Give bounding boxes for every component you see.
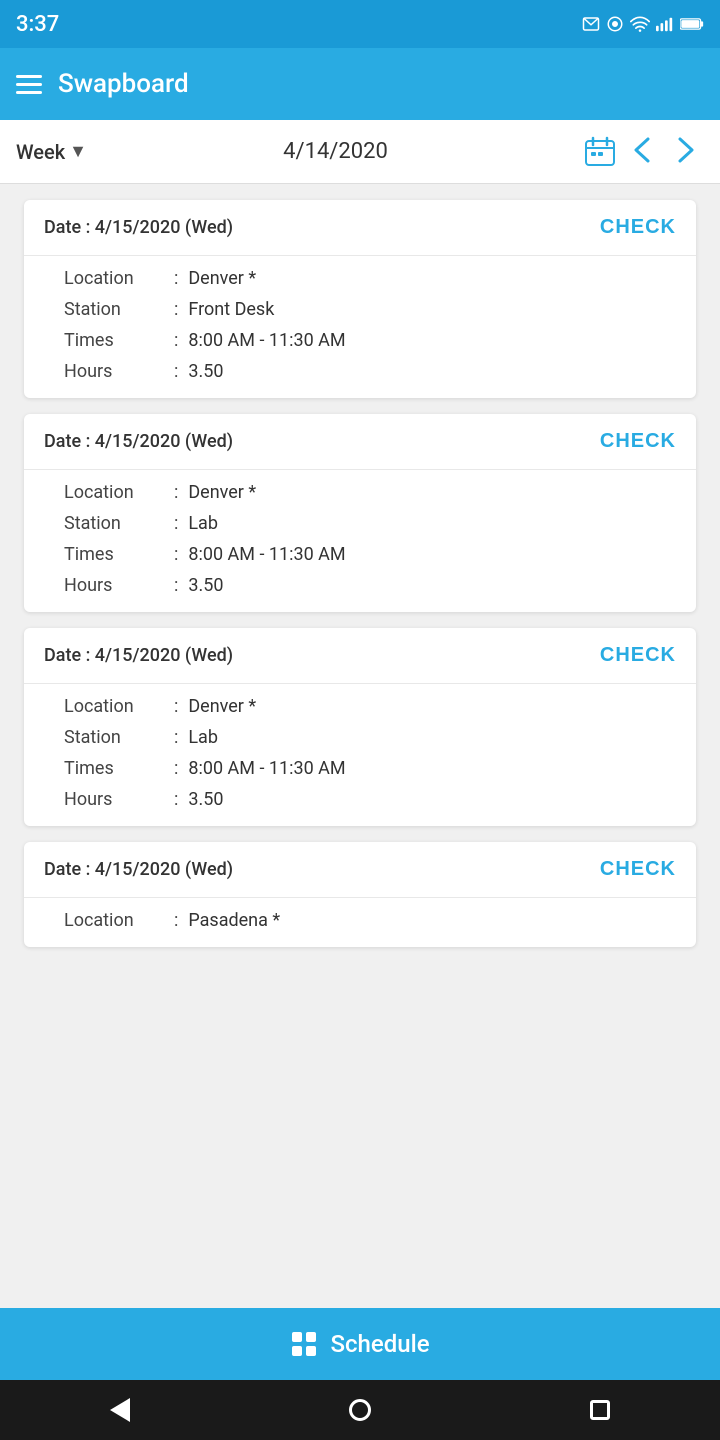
check-button[interactable]: CHECK bbox=[600, 216, 676, 239]
card-date: Date : 4/15/2020 (Wed) bbox=[44, 859, 233, 880]
location-row-sep: : bbox=[174, 268, 178, 289]
card-header: Date : 4/15/2020 (Wed) CHECK bbox=[24, 414, 696, 470]
app-title: Swapboard bbox=[58, 69, 704, 99]
week-nav-bar: Week ▼ 4/14/2020 bbox=[0, 120, 720, 184]
card-date: Date : 4/15/2020 (Wed) bbox=[44, 431, 233, 452]
hours-row-value: 3.50 bbox=[188, 789, 223, 810]
app-bar: Swapboard bbox=[0, 48, 720, 120]
hours-row-label: Hours bbox=[64, 575, 164, 596]
station-row-sep: : bbox=[174, 727, 178, 748]
location-row: Location : Denver * bbox=[64, 696, 656, 717]
wifi-icon bbox=[630, 16, 650, 32]
card-body: Location : Denver * Station : Lab Times : … bbox=[24, 470, 696, 612]
station-row-value: Lab bbox=[188, 727, 218, 748]
date-display: 4/14/2020 bbox=[95, 139, 576, 164]
station-row: Station : Lab bbox=[64, 513, 656, 534]
times-row-label: Times bbox=[64, 330, 164, 351]
shift-card: Date : 4/15/2020 (Wed) CHECK Location : De… bbox=[24, 414, 696, 612]
station-row-label: Station bbox=[64, 727, 164, 748]
battery-icon bbox=[680, 17, 704, 31]
times-row: Times : 8:00 AM - 11:30 AM bbox=[64, 758, 656, 779]
station-row: Station : Lab bbox=[64, 727, 656, 748]
time: 3:37 bbox=[16, 12, 59, 37]
location-row-label: Location bbox=[64, 696, 164, 717]
hours-row-value: 3.50 bbox=[188, 575, 223, 596]
location-row-sep: : bbox=[174, 696, 178, 717]
station-row-label: Station bbox=[64, 299, 164, 320]
week-selector[interactable]: Week ▼ bbox=[16, 140, 87, 164]
signal-icon bbox=[656, 16, 674, 32]
bottom-bar: Schedule bbox=[0, 1308, 720, 1380]
check-button[interactable]: CHECK bbox=[600, 430, 676, 453]
location-row-sep: : bbox=[174, 482, 178, 503]
hours-row-sep: : bbox=[174, 789, 178, 810]
station-row-value: Front Desk bbox=[188, 299, 274, 320]
shift-card: Date : 4/15/2020 (Wed) CHECK Location : Pa… bbox=[24, 842, 696, 947]
hours-row-label: Hours bbox=[64, 361, 164, 382]
shift-card: Date : 4/15/2020 (Wed) CHECK Location : De… bbox=[24, 628, 696, 826]
check-button[interactable]: CHECK bbox=[600, 858, 676, 881]
card-header: Date : 4/15/2020 (Wed) CHECK bbox=[24, 842, 696, 898]
prev-week-button[interactable] bbox=[624, 127, 660, 176]
hours-row-label: Hours bbox=[64, 789, 164, 810]
times-row-value: 8:00 AM - 11:30 AM bbox=[188, 544, 345, 565]
station-row-sep: : bbox=[174, 513, 178, 534]
hamburger-menu[interactable] bbox=[16, 75, 42, 94]
card-header: Date : 4/15/2020 (Wed) CHECK bbox=[24, 628, 696, 684]
times-row-sep: : bbox=[174, 544, 178, 565]
hours-row-value: 3.50 bbox=[188, 361, 223, 382]
status-bar: 3:37 bbox=[0, 0, 720, 48]
location-row-value: Denver * bbox=[188, 268, 256, 289]
calendar-icon[interactable] bbox=[584, 136, 616, 168]
location-row-label: Location bbox=[64, 910, 164, 931]
times-row-sep: : bbox=[174, 758, 178, 779]
times-row: Times : 8:00 AM - 11:30 AM bbox=[64, 544, 656, 565]
card-body: Location : Denver * Station : Front Desk T… bbox=[24, 256, 696, 398]
status-icons bbox=[582, 15, 704, 33]
recents-button[interactable] bbox=[590, 1400, 610, 1420]
times-row-value: 8:00 AM - 11:30 AM bbox=[188, 330, 345, 351]
times-row: Times : 8:00 AM - 11:30 AM bbox=[64, 330, 656, 351]
hours-row-sep: : bbox=[174, 361, 178, 382]
check-button[interactable]: CHECK bbox=[600, 644, 676, 667]
location-row-value: Denver * bbox=[188, 696, 256, 717]
schedule-label: Schedule bbox=[330, 1330, 429, 1358]
week-label: Week bbox=[16, 140, 65, 164]
week-dropdown-icon[interactable]: ▼ bbox=[69, 141, 87, 162]
hours-row: Hours : 3.50 bbox=[64, 575, 656, 596]
times-row-sep: : bbox=[174, 330, 178, 351]
location-row-label: Location bbox=[64, 482, 164, 503]
home-button[interactable] bbox=[349, 1399, 371, 1421]
location-row-value: Pasadena * bbox=[188, 910, 280, 931]
station-row-value: Lab bbox=[188, 513, 218, 534]
shift-list: Date : 4/15/2020 (Wed) CHECK Location : De… bbox=[0, 184, 720, 1308]
card-date: Date : 4/15/2020 (Wed) bbox=[44, 217, 233, 238]
card-header: Date : 4/15/2020 (Wed) CHECK bbox=[24, 200, 696, 256]
notification-icon bbox=[582, 15, 600, 33]
station-row-sep: : bbox=[174, 299, 178, 320]
times-row-value: 8:00 AM - 11:30 AM bbox=[188, 758, 345, 779]
back-button[interactable] bbox=[110, 1398, 130, 1422]
location-row-label: Location bbox=[64, 268, 164, 289]
location-icon bbox=[606, 15, 624, 33]
times-row-label: Times bbox=[64, 758, 164, 779]
android-nav bbox=[0, 1380, 720, 1440]
hours-row: Hours : 3.50 bbox=[64, 789, 656, 810]
location-row: Location : Denver * bbox=[64, 268, 656, 289]
times-row-label: Times bbox=[64, 544, 164, 565]
shift-card: Date : 4/15/2020 (Wed) CHECK Location : De… bbox=[24, 200, 696, 398]
card-body: Location : Denver * Station : Lab Times : … bbox=[24, 684, 696, 826]
station-row-label: Station bbox=[64, 513, 164, 534]
location-row: Location : Denver * bbox=[64, 482, 656, 503]
card-date: Date : 4/15/2020 (Wed) bbox=[44, 645, 233, 666]
location-row: Location : Pasadena * bbox=[64, 910, 656, 931]
hours-row: Hours : 3.50 bbox=[64, 361, 656, 382]
next-week-button[interactable] bbox=[668, 127, 704, 176]
schedule-icon bbox=[290, 1330, 318, 1358]
card-body: Location : Pasadena * bbox=[24, 898, 696, 947]
station-row: Station : Front Desk bbox=[64, 299, 656, 320]
location-row-sep: : bbox=[174, 910, 178, 931]
location-row-value: Denver * bbox=[188, 482, 256, 503]
hours-row-sep: : bbox=[174, 575, 178, 596]
